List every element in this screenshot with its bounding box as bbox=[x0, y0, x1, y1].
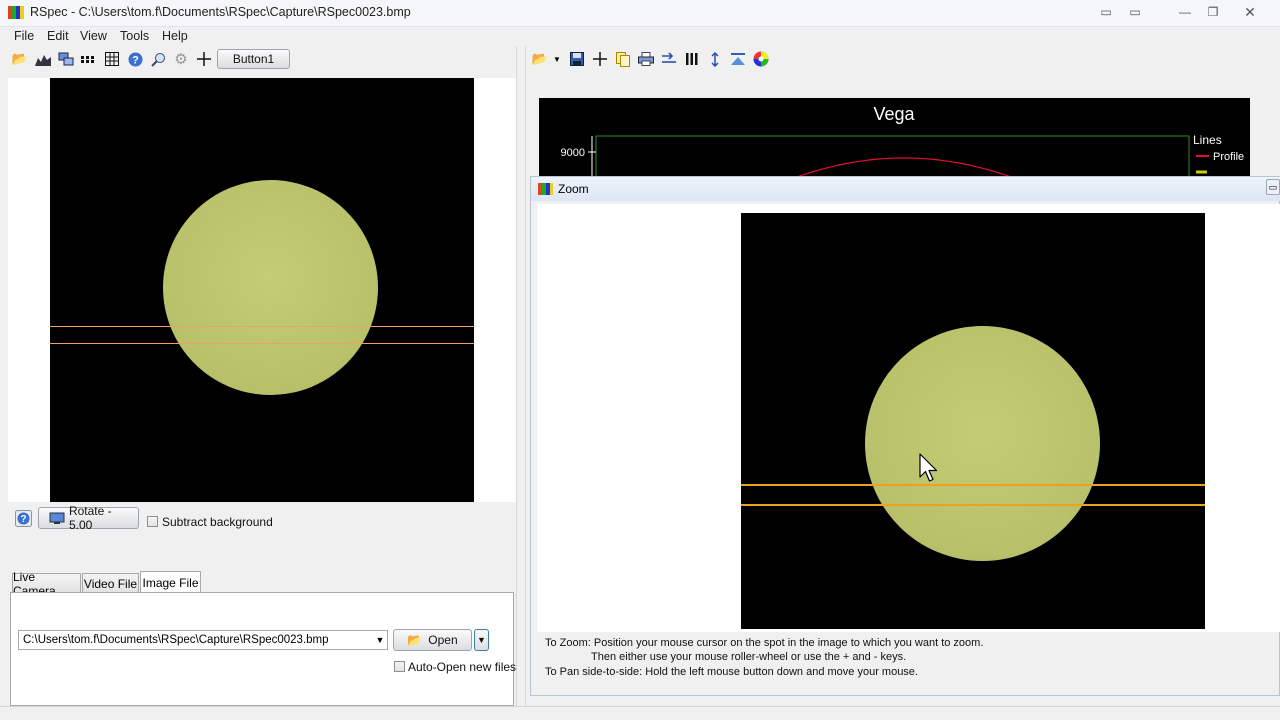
open-button[interactable]: 📂 Open bbox=[393, 629, 472, 651]
rotate-button[interactable]: Rotate - 5.00 bbox=[38, 504, 139, 532]
subtract-background-checkbox[interactable] bbox=[147, 516, 158, 527]
minimize-button[interactable]: — bbox=[1172, 2, 1198, 22]
dots-icon[interactable] bbox=[80, 50, 98, 68]
auto-open-label: Auto-Open new files bbox=[408, 660, 517, 674]
menu-tools[interactable]: Tools bbox=[120, 29, 149, 43]
menu-help[interactable]: Help bbox=[162, 29, 188, 43]
zoom-title-bar[interactable]: Zoom ▭ bbox=[531, 177, 1280, 201]
selection-line-top[interactable] bbox=[50, 326, 474, 327]
zoom-help-line3: To Pan side-to-side: Hold the left mouse… bbox=[545, 666, 918, 678]
export-icon[interactable] bbox=[660, 50, 678, 68]
image-path-value: C:\Users\tom.f\Documents\RSpec\Capture\R… bbox=[23, 634, 329, 646]
tile-icon[interactable]: ▭ bbox=[1123, 2, 1147, 22]
selection-line-bottom[interactable] bbox=[50, 343, 474, 344]
windows-icon[interactable] bbox=[57, 50, 75, 68]
zoomed-image[interactable] bbox=[741, 213, 1205, 629]
color-wheel-icon[interactable] bbox=[752, 50, 770, 68]
star-disk bbox=[163, 180, 378, 395]
spectrum-chart[interactable]: Vega 9000 Lines Profile bbox=[539, 98, 1250, 178]
settings-icon[interactable]: ⚙ bbox=[172, 50, 190, 68]
rotate-label: Rotate - 5.00 bbox=[68, 504, 112, 532]
help-icon[interactable]: ? bbox=[14, 509, 32, 527]
monitor-icon bbox=[49, 512, 65, 524]
baseline-icon[interactable] bbox=[729, 50, 747, 68]
crosshair-icon[interactable] bbox=[591, 50, 609, 68]
vertical-arrow-icon[interactable] bbox=[706, 50, 724, 68]
profile-series-line bbox=[792, 157, 1016, 178]
zoomed-star-disk bbox=[865, 326, 1100, 561]
chevron-down-icon[interactable]: ▼ bbox=[372, 631, 388, 649]
zoom-icon[interactable] bbox=[149, 50, 167, 68]
menu-bar: File Edit View Tools Help bbox=[0, 27, 1280, 46]
open-folder-icon[interactable]: 📂 bbox=[11, 50, 29, 68]
open-dropdown-button[interactable]: ▼ bbox=[474, 629, 489, 651]
app-icon bbox=[8, 6, 24, 19]
help-icon[interactable]: ? bbox=[126, 50, 144, 68]
legend-title: Lines bbox=[1193, 133, 1222, 147]
app-icon bbox=[538, 183, 553, 195]
columns-icon[interactable] bbox=[683, 50, 701, 68]
dropdown-arrow-icon[interactable]: ▼ bbox=[551, 50, 563, 68]
mouse-cursor-icon bbox=[919, 453, 938, 482]
menu-edit[interactable]: Edit bbox=[47, 29, 69, 43]
zoom-help-line1: To Zoom: Position your mouse cursor on t… bbox=[545, 637, 984, 649]
tab-video-file[interactable]: Video File bbox=[82, 573, 139, 593]
menu-file[interactable]: File bbox=[14, 29, 34, 43]
zoom-selection-line-bottom[interactable] bbox=[741, 504, 1205, 506]
legend-profile-label: Profile bbox=[1213, 151, 1244, 163]
captured-image[interactable] bbox=[50, 78, 474, 502]
panel-splitter[interactable] bbox=[516, 46, 526, 720]
grid-icon[interactable] bbox=[103, 50, 121, 68]
menu-view[interactable]: View bbox=[80, 29, 107, 43]
chart-icon[interactable] bbox=[34, 50, 52, 68]
maximize-button[interactable]: ❐ bbox=[1200, 2, 1226, 22]
open-button-label: Open bbox=[428, 633, 458, 647]
plot-frame bbox=[595, 135, 1190, 178]
zoom-selection-line-top[interactable] bbox=[741, 484, 1205, 486]
copy-icon[interactable] bbox=[614, 50, 632, 68]
svg-text:?: ? bbox=[20, 514, 26, 525]
svg-text:?: ? bbox=[132, 54, 139, 66]
chart-svg: Vega 9000 Lines Profile bbox=[561, 104, 1244, 178]
auto-open-checkbox[interactable] bbox=[394, 661, 405, 672]
close-button[interactable]: ✕ bbox=[1230, 2, 1270, 22]
open-folder-icon[interactable]: 📂 bbox=[531, 50, 549, 68]
crosshair-icon[interactable] bbox=[195, 50, 213, 68]
y-tick-label: 9000 bbox=[561, 147, 585, 159]
tab-image-file[interactable]: Image File bbox=[140, 571, 201, 593]
chart-title: Vega bbox=[873, 104, 915, 124]
button1[interactable]: Button1 bbox=[217, 49, 290, 69]
window-title: RSpec - C:\Users\tom.f\Documents\RSpec\C… bbox=[30, 5, 411, 19]
tab-live-camera[interactable]: Live Camera bbox=[12, 570, 81, 598]
zoom-window-menu-icon[interactable]: ▭ bbox=[1266, 179, 1280, 195]
open-folder-icon: 📂 bbox=[407, 633, 423, 647]
zoom-window-title: Zoom bbox=[558, 182, 589, 196]
title-bar: RSpec - C:\Users\tom.f\Documents\RSpec\C… bbox=[0, 0, 1280, 27]
zoom-help-line2: Then either use your mouse roller-wheel … bbox=[591, 651, 907, 663]
save-icon[interactable] bbox=[568, 50, 586, 68]
status-bar bbox=[0, 706, 1280, 720]
print-icon[interactable] bbox=[637, 50, 655, 68]
restore-small-icon[interactable]: ▭ bbox=[1094, 2, 1118, 22]
image-path-combobox[interactable]: C:\Users\tom.f\Documents\RSpec\Capture\R… bbox=[18, 630, 388, 650]
chevron-down-icon: ▼ bbox=[477, 635, 486, 645]
subtract-background-label: Subtract background bbox=[162, 515, 273, 529]
